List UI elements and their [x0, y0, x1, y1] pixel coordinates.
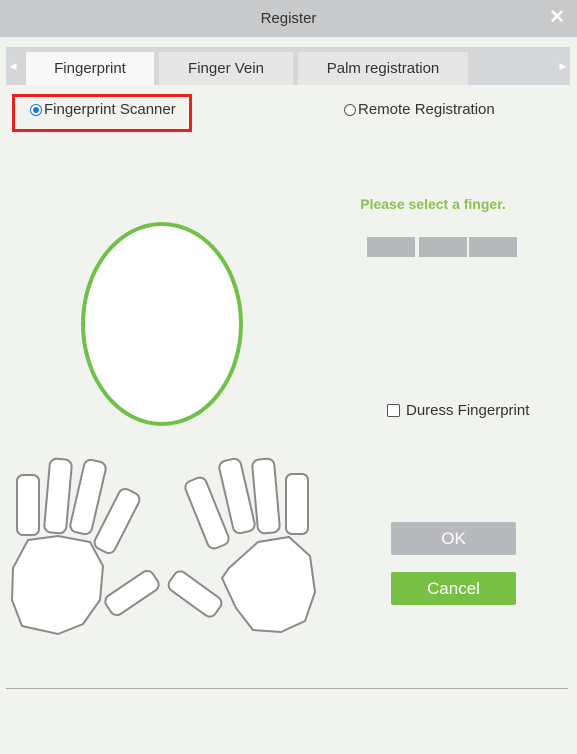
duress-label: Duress Fingerprint	[406, 402, 530, 419]
right-thumb-icon[interactable]	[166, 569, 224, 620]
left-thumb-icon[interactable]	[103, 568, 162, 618]
right-ring-finger-icon[interactable]	[251, 457, 281, 535]
left-middle-finger-icon[interactable]	[69, 458, 107, 536]
cancel-button[interactable]: Cancel	[391, 572, 516, 605]
left-little-finger-icon[interactable]	[16, 474, 40, 536]
duress-checkbox[interactable]	[387, 404, 400, 417]
left-ring-finger-icon[interactable]	[43, 457, 73, 535]
footer-divider	[6, 688, 568, 689]
hand-diagram	[10, 222, 317, 636]
left-palm-icon	[10, 534, 105, 636]
ok-button[interactable]: OK	[391, 522, 516, 555]
right-little-finger-icon[interactable]	[285, 473, 309, 535]
fingerprint-preview-oval	[81, 222, 243, 426]
right-palm-icon	[220, 535, 317, 634]
duress-fingerprint-option[interactable]: Duress Fingerprint	[387, 402, 529, 419]
